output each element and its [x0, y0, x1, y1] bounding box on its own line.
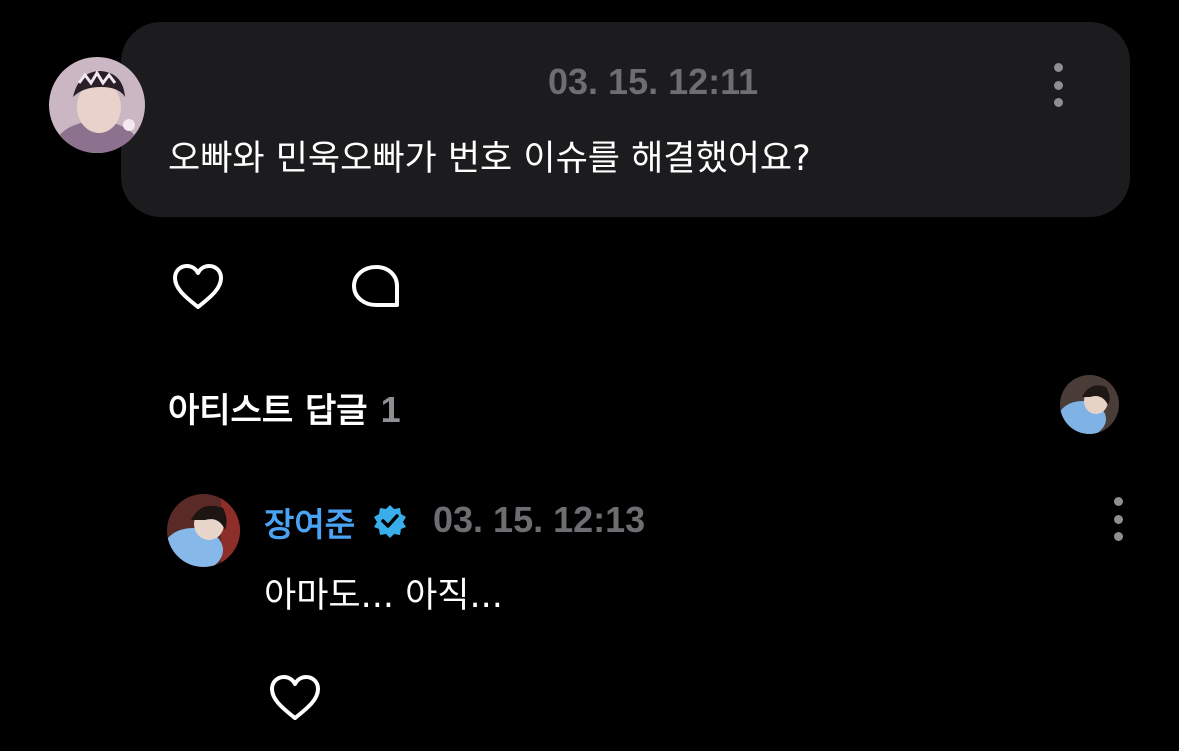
comment-more-icon[interactable]	[1052, 63, 1064, 107]
comment-text: 오빠와 민욱오빠가 번호 이슈를 해결했어요?	[168, 139, 811, 179]
artist-replies-title: 아티스트 답글	[168, 391, 368, 431]
reply-timestamp: 03. 15. 12:13	[433, 499, 646, 540]
reply-avatar-image	[167, 494, 240, 567]
reply-username[interactable]: 장여준	[264, 498, 355, 546]
heart-icon	[173, 264, 223, 309]
artist-replies-count: 1	[380, 389, 401, 430]
comment-bubble	[121, 22, 1130, 217]
reply-text: 아마도... 아직...	[264, 576, 503, 616]
comment-timestamp: 03. 15. 12:11	[548, 61, 759, 102]
commenter-avatar-image	[49, 57, 145, 153]
artist-replies-header[interactable]: 아티스트 답글 1	[168, 383, 401, 432]
verified-badge-icon	[372, 503, 408, 539]
artist-avatar-small[interactable]	[1060, 375, 1119, 434]
reply-more-icon[interactable]	[1112, 497, 1124, 541]
commenter-avatar[interactable]	[49, 57, 145, 153]
speech-bubble-icon	[352, 265, 399, 307]
comment-reply-button[interactable]	[350, 264, 402, 310]
artist-avatar-small-image	[1060, 375, 1119, 434]
reply-like-button[interactable]	[267, 673, 323, 723]
reply-avatar[interactable]	[167, 494, 240, 567]
comment-like-button[interactable]	[170, 262, 226, 312]
heart-icon	[270, 675, 320, 720]
